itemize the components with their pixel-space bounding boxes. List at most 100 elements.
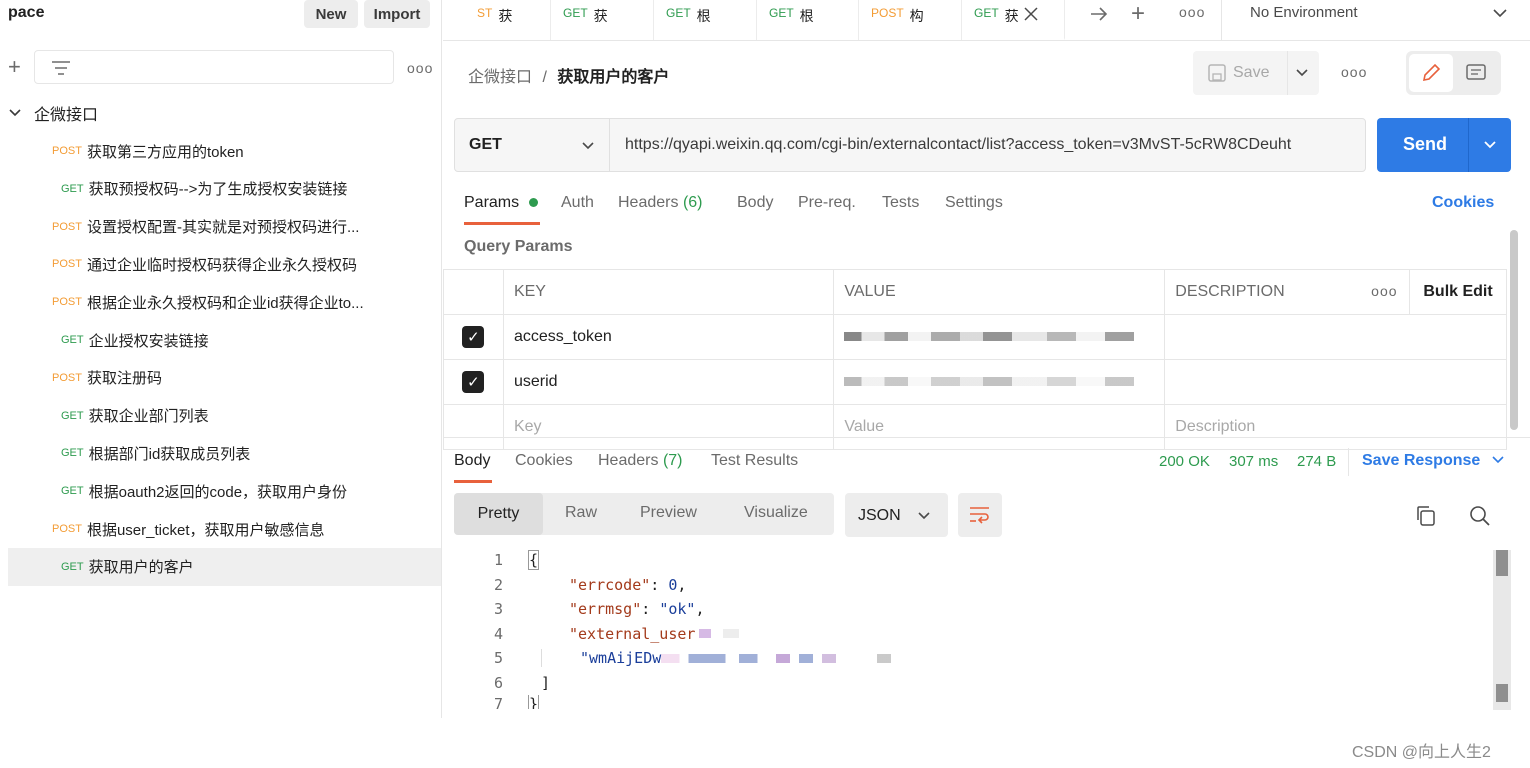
response-size[interactable]: 274 B xyxy=(1297,453,1336,470)
sidebar-request-item[interactable]: POST 获取第三方应用的token xyxy=(8,132,441,170)
sidebar-more-icon[interactable]: ooo xyxy=(407,60,433,76)
sidebar-request-item[interactable]: POST 根据企业永久授权码和企业id获得企业to... xyxy=(8,283,441,321)
preview-button[interactable]: Preview xyxy=(640,504,697,522)
bulk-edit-button[interactable]: Bulk Edit xyxy=(1409,269,1507,315)
request-tab[interactable]: GET 根 xyxy=(757,0,859,40)
param-value[interactable] xyxy=(833,359,1166,405)
tab-body[interactable]: Body xyxy=(737,194,773,212)
request-name: 根据oauth2返回的code，获取用户身份 xyxy=(88,483,348,501)
chevron-down-icon[interactable] xyxy=(1483,140,1497,150)
sidebar-request-item[interactable]: POST 根据user_ticket，获取用户敏感信息 xyxy=(8,510,441,548)
visualize-button[interactable]: Visualize xyxy=(744,504,808,522)
sidebar-request-item[interactable]: POST 设置授权配置-其实就是对预授权码进行... xyxy=(8,208,441,246)
response-time[interactable]: 307 ms xyxy=(1229,453,1278,470)
code-scrollbar-track[interactable] xyxy=(1493,550,1511,710)
copy-icon[interactable] xyxy=(1414,504,1438,528)
import-button[interactable]: Import xyxy=(364,0,430,28)
col-description: DESCRIPTION xyxy=(1164,269,1360,315)
filter-input[interactable] xyxy=(34,50,394,84)
send-button[interactable]: Send xyxy=(1377,118,1511,172)
redacted-text xyxy=(699,629,740,639)
param-checkbox[interactable]: ✓ xyxy=(462,326,485,348)
close-icon[interactable] xyxy=(1023,6,1039,22)
request-tab[interactable]: ST 获 xyxy=(473,0,551,40)
sidebar-request-item[interactable]: GET 获取预授权码-->为了生成授权安装链接 xyxy=(8,170,441,208)
tab-prereq[interactable]: Pre-req. xyxy=(798,194,856,212)
collection-item[interactable]: 企微接口 xyxy=(8,102,98,124)
tab-method: POST xyxy=(871,6,904,20)
language-select[interactable]: JSON xyxy=(845,493,948,537)
tab-auth[interactable]: Auth xyxy=(561,194,594,212)
edit-view-button[interactable] xyxy=(1409,54,1453,92)
chevron-down-icon[interactable] xyxy=(1492,8,1508,18)
response-tab-headers[interactable]: Headers (7) xyxy=(598,452,683,470)
arrow-left-icon[interactable] xyxy=(443,0,453,40)
request-tab[interactable]: POST 构 xyxy=(859,0,962,40)
tab-params[interactable]: Params xyxy=(464,194,538,212)
request-name: 获取注册码 xyxy=(86,370,162,388)
request-name: 获取企业部门列表 xyxy=(88,408,209,426)
code-key: "errmsg" xyxy=(569,600,642,619)
param-key[interactable]: access_token xyxy=(502,314,835,360)
response-tab-cookies[interactable]: Cookies xyxy=(515,452,573,470)
params-scrollbar[interactable] xyxy=(1510,230,1518,430)
sidebar-request-item[interactable]: GET 获取用户的客户 xyxy=(8,547,441,586)
comment-icon[interactable] xyxy=(1465,63,1487,83)
request-method-badge: GET xyxy=(61,447,84,460)
param-description[interactable] xyxy=(1164,359,1507,405)
new-description-input[interactable]: Description xyxy=(1164,404,1507,450)
arrow-right-icon[interactable] xyxy=(1089,6,1109,22)
new-button[interactable]: New xyxy=(304,0,358,28)
wrap-lines-button[interactable] xyxy=(958,493,1002,537)
sidebar-request-item[interactable]: POST 通过企业临时授权码获得企业永久授权码 xyxy=(8,245,441,283)
sidebar-request-item[interactable]: GET 获取企业部门列表 xyxy=(8,397,441,435)
environment-select[interactable]: No Environment xyxy=(1250,4,1358,21)
sidebar-request-item[interactable]: GET 企业授权安装链接 xyxy=(8,321,441,359)
language-label: JSON xyxy=(858,507,901,524)
pretty-button[interactable]: Pretty xyxy=(454,493,543,535)
request-method-badge: GET xyxy=(61,485,84,498)
tab-settings[interactable]: Settings xyxy=(945,194,1003,212)
line-number: 4 xyxy=(493,624,503,643)
request-tab[interactable]: GET 获 xyxy=(962,0,1065,40)
sidebar-request-item[interactable]: POST 获取注册码 xyxy=(8,359,441,397)
new-value-input[interactable]: Value xyxy=(833,404,1166,450)
new-key-input[interactable]: Key xyxy=(502,404,835,450)
tab-tests[interactable]: Tests xyxy=(882,194,919,212)
breadcrumb: 企微接口 / 获取用户的客户 xyxy=(468,63,669,87)
code-scrollbar-thumb[interactable] xyxy=(1496,550,1508,576)
tabs-more-icon[interactable]: ooo xyxy=(1179,4,1205,20)
search-icon[interactable] xyxy=(1468,504,1492,528)
table-more-icon[interactable]: ooo xyxy=(1359,269,1411,315)
tab-headers[interactable]: Headers (6) xyxy=(618,194,703,212)
cookies-link[interactable]: Cookies xyxy=(1432,194,1494,212)
request-more-icon[interactable]: ooo xyxy=(1341,64,1367,80)
filter-icon[interactable] xyxy=(51,59,71,77)
save-response-button[interactable]: Save Response xyxy=(1362,452,1505,470)
table-row: ✓ access_token xyxy=(443,314,1507,360)
param-key[interactable]: userid xyxy=(502,359,835,405)
request-tab[interactable]: GET 根 xyxy=(654,0,757,40)
request-method-badge: POST xyxy=(52,523,82,535)
raw-button[interactable]: Raw xyxy=(565,504,597,522)
breadcrumb-collection[interactable]: 企微接口 xyxy=(468,69,532,86)
add-collection-button[interactable]: + xyxy=(8,56,21,78)
status-badge[interactable]: 200 OK xyxy=(1159,453,1210,470)
param-value[interactable] xyxy=(833,314,1166,360)
method-select[interactable]: GET xyxy=(455,119,610,171)
chevron-down-icon[interactable] xyxy=(1295,68,1309,78)
response-body-editor[interactable]: 1{ 2 "errcode": 0, 3 "errmsg": "ok", 4 "ext… xyxy=(443,548,1493,718)
response-tab-body[interactable]: Body xyxy=(454,452,490,470)
sidebar-request-item[interactable]: GET 根据oauth2返回的code，获取用户身份 xyxy=(8,472,441,510)
chevron-down-icon[interactable] xyxy=(8,108,22,118)
sidebar-request-item[interactable]: GET 根据部门id获取成员列表 xyxy=(8,434,441,472)
param-checkbox[interactable]: ✓ xyxy=(462,371,485,393)
save-button[interactable]: Save xyxy=(1193,51,1319,95)
tab-name: 根 xyxy=(696,8,711,24)
param-description[interactable] xyxy=(1164,314,1507,360)
new-tab-button[interactable]: + xyxy=(1131,0,1145,28)
request-tab[interactable]: GET 获 xyxy=(551,0,654,40)
line-number: 5 xyxy=(493,649,503,668)
response-tab-test-results[interactable]: Test Results xyxy=(711,452,798,470)
url-input[interactable]: https://qyapi.weixin.qq.com/cgi-bin/exte… xyxy=(625,136,1355,154)
